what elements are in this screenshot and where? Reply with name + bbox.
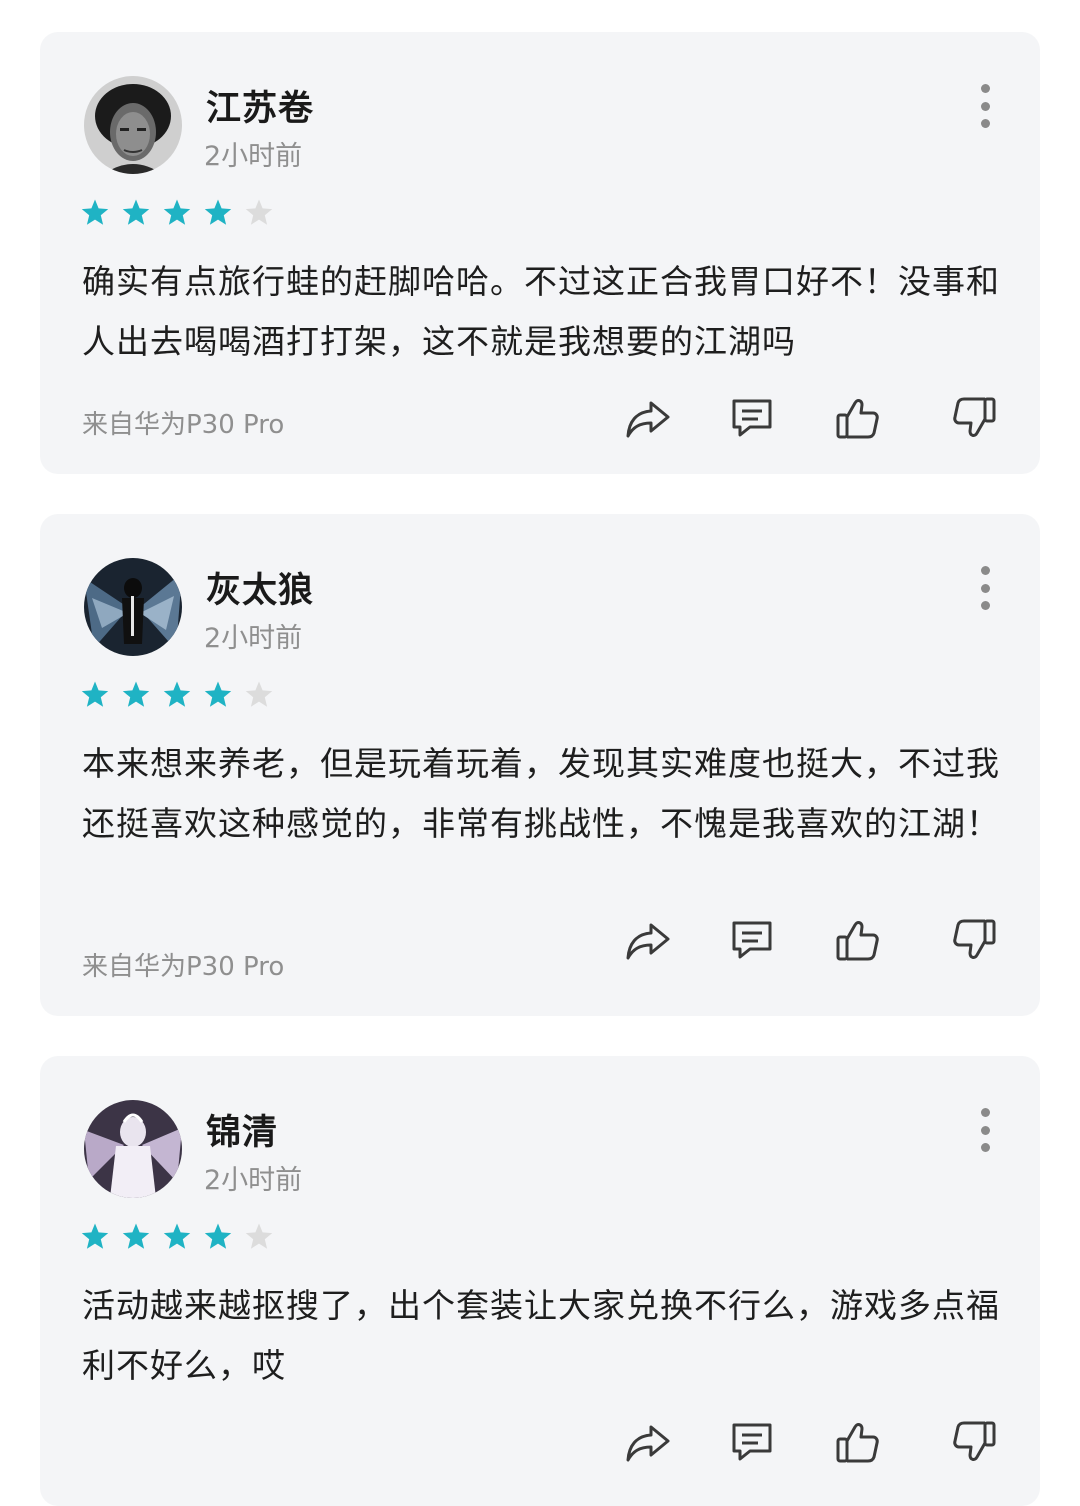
comment-icon[interactable] xyxy=(728,916,776,964)
thumbs-down-icon[interactable] xyxy=(950,1418,998,1466)
review-text: 本来想来养老，但是玩着玩着，发现其实难度也挺大，不过我还挺喜欢这种感觉的，非常有… xyxy=(82,744,1000,843)
share-icon[interactable] xyxy=(624,1418,672,1466)
star-filled-icon xyxy=(162,1222,203,1256)
star-filled-icon xyxy=(121,198,162,232)
star-empty-icon xyxy=(244,680,285,714)
star-empty-icon xyxy=(244,198,285,232)
avatar[interactable] xyxy=(84,1100,182,1198)
username[interactable]: 锦清 xyxy=(206,1104,278,1155)
rating-stars xyxy=(80,680,285,714)
star-filled-icon xyxy=(121,680,162,714)
thumbs-up-icon[interactable] xyxy=(834,1418,882,1466)
thumbs-down-icon[interactable] xyxy=(950,916,998,964)
review-text: 确实有点旅行蛙的赶脚哈哈。不过这正合我胃口好不！没事和人出去喝喝酒打打架，这不就… xyxy=(82,262,1000,361)
share-icon[interactable] xyxy=(624,394,672,442)
star-filled-icon xyxy=(80,680,121,714)
rating-stars xyxy=(80,1222,285,1256)
review-card: 灰太狼 2小时前 本来想来养老，但是玩着玩着，发现其实难度也挺大，不过我还挺喜欢… xyxy=(40,514,1040,1016)
more-options-icon[interactable] xyxy=(970,84,1000,128)
action-bar xyxy=(40,916,1040,966)
action-bar xyxy=(40,394,1040,444)
avatar[interactable] xyxy=(84,558,182,656)
star-empty-icon xyxy=(244,1222,285,1256)
star-filled-icon xyxy=(203,1222,244,1256)
star-filled-icon xyxy=(80,198,121,232)
star-filled-icon xyxy=(203,680,244,714)
username[interactable]: 江苏卷 xyxy=(206,80,314,131)
username[interactable]: 灰太狼 xyxy=(206,562,314,613)
star-filled-icon xyxy=(162,680,203,714)
star-filled-icon xyxy=(203,198,244,232)
thumbs-up-icon[interactable] xyxy=(834,916,882,964)
more-options-icon[interactable] xyxy=(970,1108,1000,1152)
rating-stars xyxy=(80,198,285,232)
timestamp: 2小时前 xyxy=(204,141,303,172)
review-card: 锦清 2小时前 活动越来越抠搜了，出个套装让大家兑换不行么，游戏多点福利不好么，… xyxy=(40,1056,1040,1506)
thumbs-down-icon[interactable] xyxy=(950,394,998,442)
more-options-icon[interactable] xyxy=(970,566,1000,610)
comment-icon[interactable] xyxy=(728,1418,776,1466)
timestamp: 2小时前 xyxy=(204,1165,303,1196)
action-bar xyxy=(40,1418,1040,1468)
comment-icon[interactable] xyxy=(728,394,776,442)
review-text: 活动越来越抠搜了，出个套装让大家兑换不行么，游戏多点福利不好么，哎 xyxy=(82,1286,1000,1385)
star-filled-icon xyxy=(80,1222,121,1256)
avatar[interactable] xyxy=(84,76,182,174)
share-icon[interactable] xyxy=(624,916,672,964)
review-card: 江苏卷 2小时前 确实有点旅行蛙的赶脚哈哈。不过这正合我胃口好不！没事和人出去喝… xyxy=(40,32,1040,474)
thumbs-up-icon[interactable] xyxy=(834,394,882,442)
timestamp: 2小时前 xyxy=(204,623,303,654)
star-filled-icon xyxy=(162,198,203,232)
star-filled-icon xyxy=(121,1222,162,1256)
